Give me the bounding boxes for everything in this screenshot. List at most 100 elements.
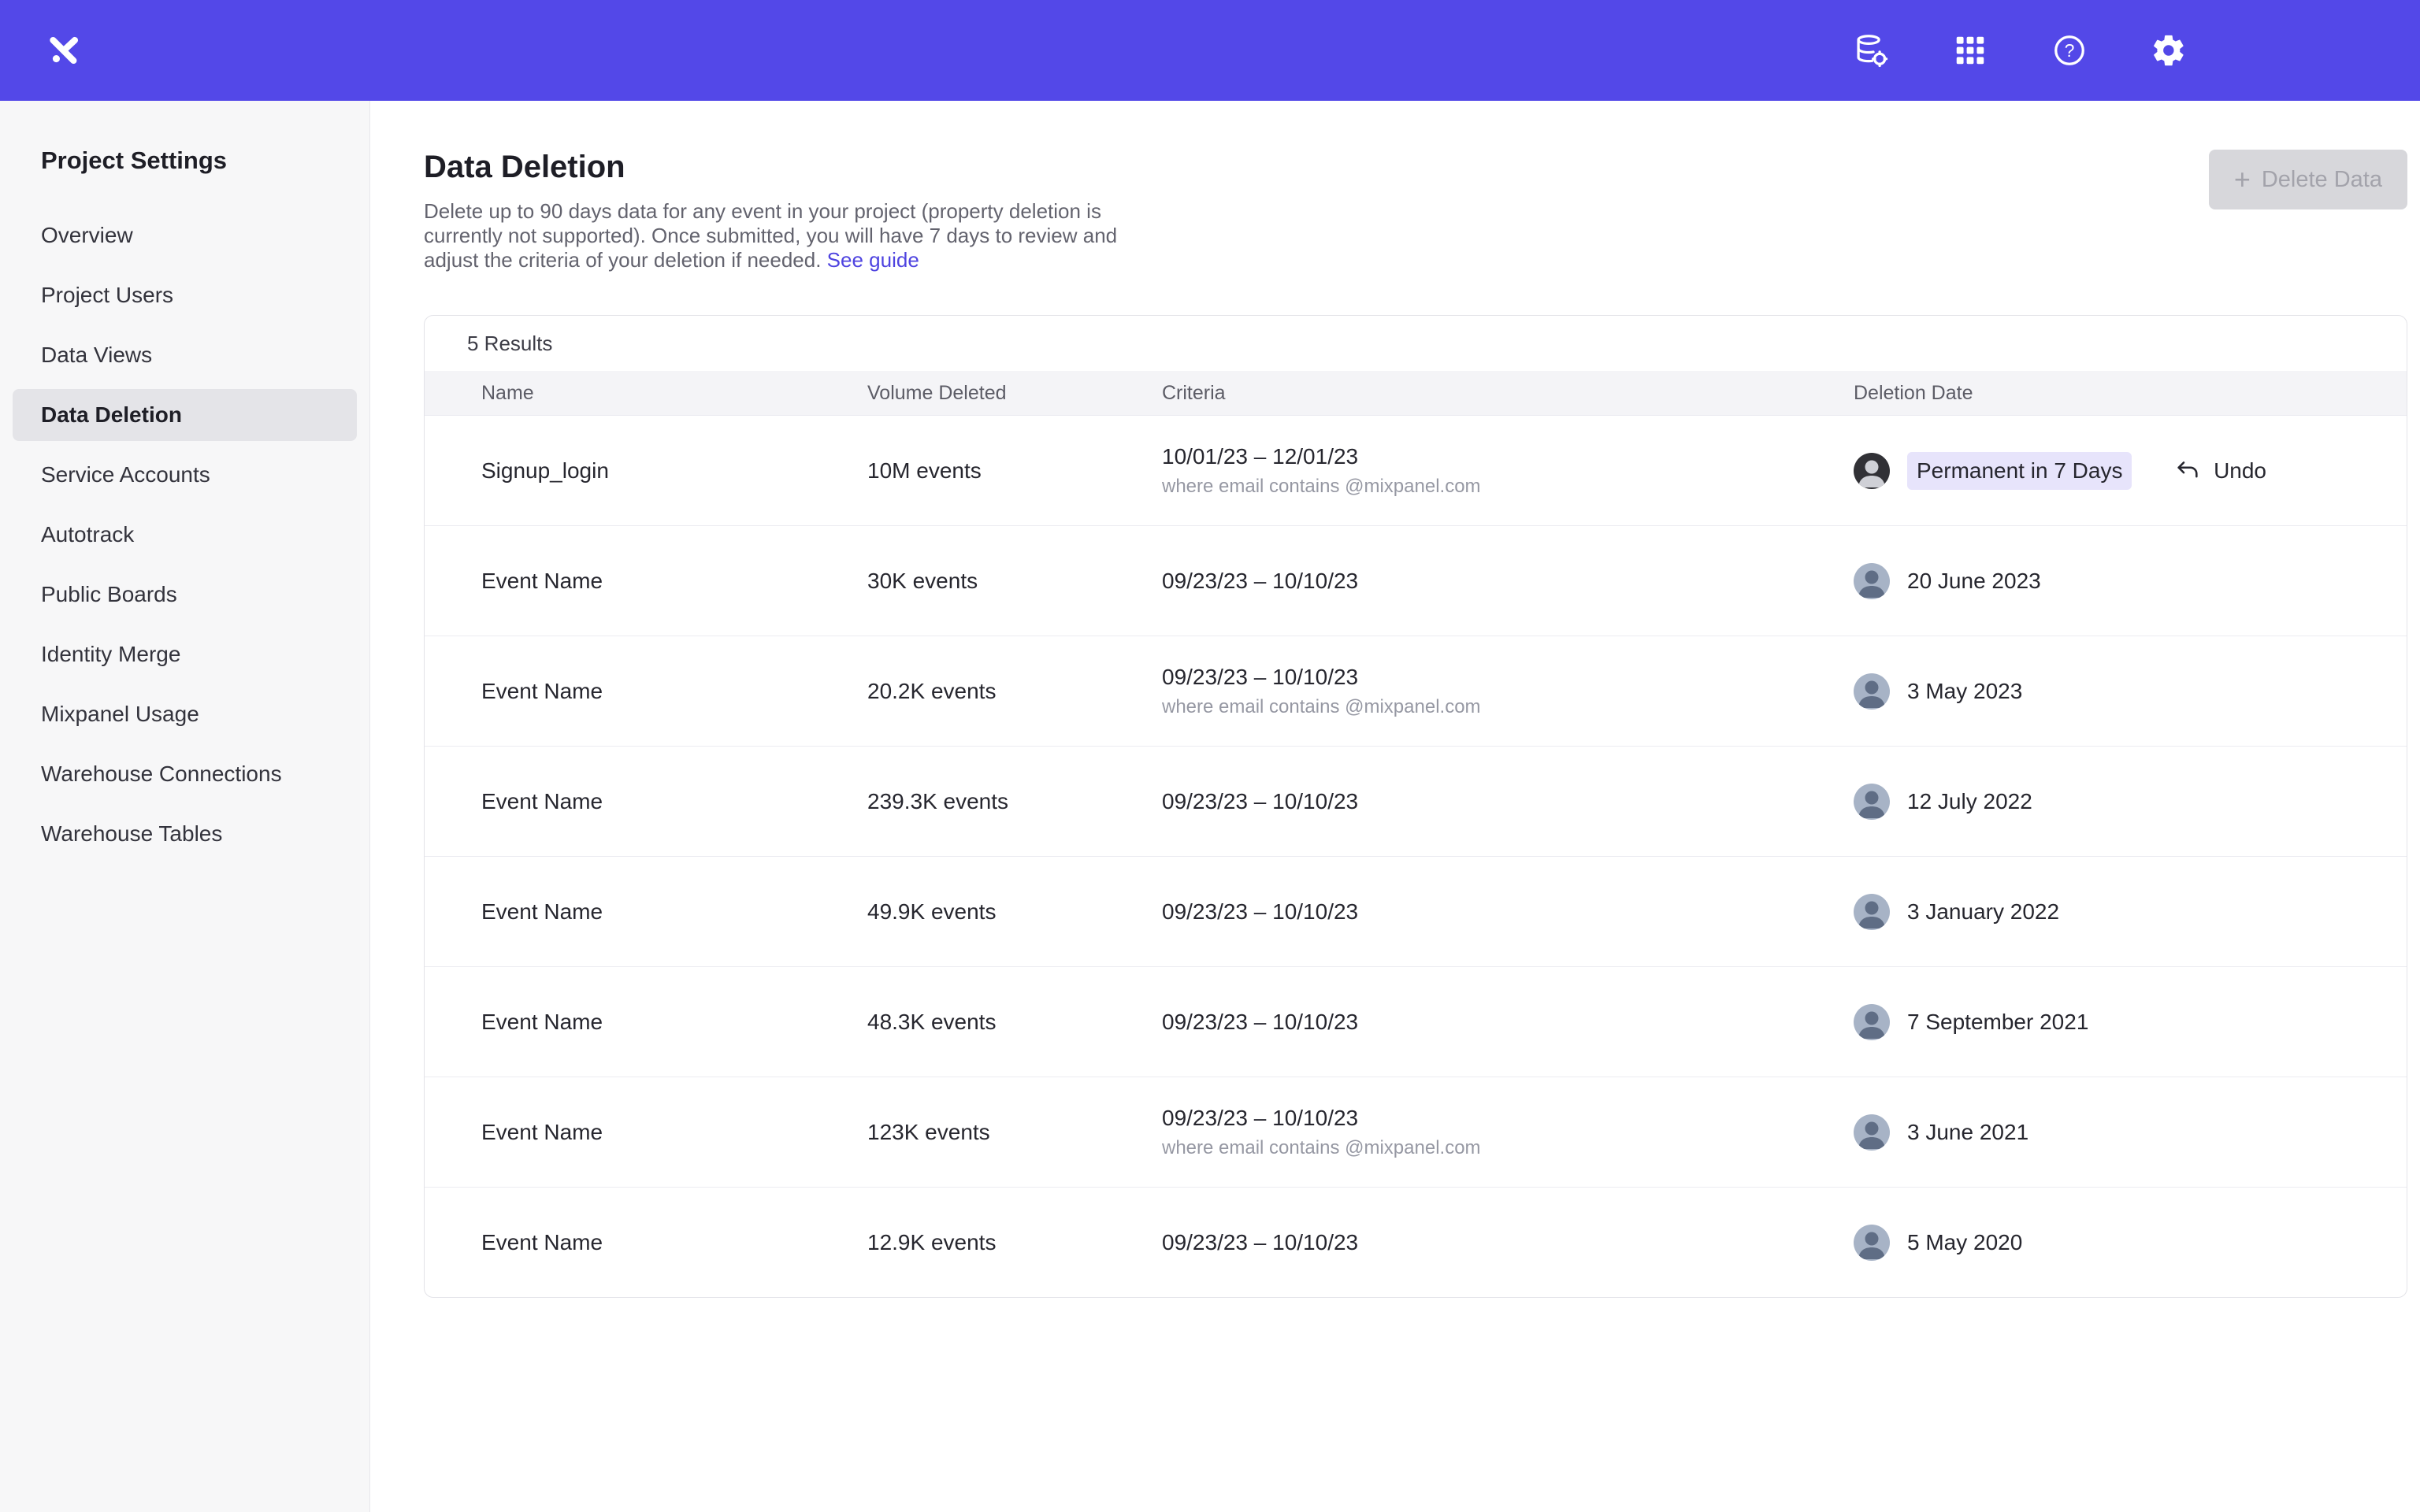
sidebar-item-autotrack[interactable]: Autotrack [13,509,357,561]
row-criteria-range: 09/23/23 – 10/10/23 [1162,1106,1854,1131]
sidebar-item-warehouse-tables[interactable]: Warehouse Tables [13,808,357,860]
table-row: Event Name 48.3K events 09/23/23 – 10/10… [425,966,2407,1077]
column-header-criteria: Criteria [1162,382,1854,405]
avatar [1854,1004,1890,1040]
row-name: Event Name [481,899,867,925]
row-criteria-range: 09/23/23 – 10/10/23 [1162,899,1854,925]
sidebar-item-public-boards[interactable]: Public Boards [13,569,357,621]
row-deletion-date: 3 January 2022 [1907,899,2059,925]
avatar [1854,563,1890,599]
row-criteria: 09/23/23 – 10/10/23 [1162,1230,1854,1255]
row-criteria-range: 09/23/23 – 10/10/23 [1162,1230,1854,1255]
page-description-text: Delete up to 90 days data for any event … [424,199,1117,272]
row-deletion-cell: 3 May 2023 [1854,673,2407,710]
row-criteria: 09/23/23 – 10/10/23 [1162,1010,1854,1035]
row-deletion-cell: 7 September 2021 [1854,1004,2407,1040]
row-criteria: 09/23/23 – 10/10/23 where email contains… [1162,665,1854,718]
sidebar-item-overview[interactable]: Overview [13,209,357,261]
row-deletion-cell: 12 July 2022 [1854,784,2407,820]
undo-icon [2174,458,2201,484]
avatar [1854,784,1890,820]
avatar [1854,1225,1890,1261]
row-criteria-range: 10/01/23 – 12/01/23 [1162,444,1854,469]
row-criteria: 10/01/23 – 12/01/23 where email contains… [1162,444,1854,498]
row-deletion-date: Permanent in 7 Days [1907,452,2132,490]
undo-label: Undo [2214,458,2266,484]
data-connections-icon[interactable] [1853,32,1889,69]
row-volume: 239.3K events [867,789,1162,814]
apps-grid-icon[interactable] [1952,32,1988,69]
sidebar-nav: Overview Project Users Data Views Data Dele… [0,209,369,860]
row-criteria-range: 09/23/23 – 10/10/23 [1162,1010,1854,1035]
mixpanel-logo[interactable] [44,30,85,71]
deletion-table-card: 5 Results Name Volume Deleted Criteria D… [424,315,2407,1298]
table-row: Signup_login 10M events 10/01/23 – 12/01… [425,415,2407,525]
sidebar-item-identity-merge[interactable]: Identity Merge [13,628,357,680]
row-name: Event Name [481,1010,867,1035]
row-volume: 10M events [867,458,1162,484]
table-column-headers: Name Volume Deleted Criteria Deletion Da… [425,371,2407,415]
row-name: Event Name [481,1230,867,1255]
row-criteria-range: 09/23/23 – 10/10/23 [1162,789,1854,814]
avatar [1854,894,1890,930]
row-name: Signup_login [481,458,867,484]
row-volume: 12.9K events [867,1230,1162,1255]
delete-data-button[interactable]: + Delete Data [2209,150,2407,209]
table-row: Event Name 49.9K events 09/23/23 – 10/10… [425,856,2407,966]
row-deletion-date: 5 May 2020 [1907,1230,2022,1255]
row-volume: 123K events [867,1120,1162,1145]
table-row: Event Name 12.9K events 09/23/23 – 10/10… [425,1187,2407,1297]
row-deletion-cell: 3 June 2021 [1854,1114,2407,1151]
topbar-icons: ? [1853,32,2187,69]
table-row: Event Name 30K events 09/23/23 – 10/10/2… [425,525,2407,636]
delete-data-button-label: Delete Data [2262,167,2382,193]
table-row: Event Name 123K events 09/23/23 – 10/10/… [425,1077,2407,1187]
see-guide-link[interactable]: See guide [827,248,919,272]
row-name: Event Name [481,789,867,814]
row-deletion-date: 7 September 2021 [1907,1010,2088,1035]
row-volume: 48.3K events [867,1010,1162,1035]
page-description: Delete up to 90 days data for any event … [424,199,1133,272]
sidebar-item-service-accounts[interactable]: Service Accounts [13,449,357,501]
row-deletion-cell: 20 June 2023 [1854,563,2407,599]
sidebar-item-data-views[interactable]: Data Views [13,329,357,381]
results-count: 5 Results [425,316,2407,371]
row-deletion-cell: Permanent in 7 Days Undo [1854,452,2407,490]
sidebar-item-mixpanel-usage[interactable]: Mixpanel Usage [13,688,357,740]
table-body: Signup_login 10M events 10/01/23 – 12/01… [425,415,2407,1297]
row-deletion-cell: 3 January 2022 [1854,894,2407,930]
page-title: Data Deletion [424,150,2407,185]
undo-button[interactable]: Undo [2174,458,2266,484]
row-criteria: 09/23/23 – 10/10/23 [1162,569,1854,594]
sidebar-item-warehouse-connections[interactable]: Warehouse Connections [13,748,357,800]
row-criteria: 09/23/23 – 10/10/23 [1162,789,1854,814]
avatar [1854,1114,1890,1151]
plus-icon: + [2234,165,2251,194]
row-criteria-filter: where email contains @mixpanel.com [1162,696,1854,718]
row-name: Event Name [481,1120,867,1145]
main-content: Data Deletion Delete up to 90 days data … [370,101,2420,1512]
table-row: Event Name 239.3K events 09/23/23 – 10/1… [425,746,2407,856]
row-criteria-range: 09/23/23 – 10/10/23 [1162,665,1854,690]
sidebar-item-project-users[interactable]: Project Users [13,269,357,321]
row-deletion-date: 20 June 2023 [1907,569,2041,594]
row-criteria: 09/23/23 – 10/10/23 [1162,899,1854,925]
help-icon[interactable]: ? [2051,32,2088,69]
table-row: Event Name 20.2K events 09/23/23 – 10/10… [425,636,2407,746]
row-name: Event Name [481,569,867,594]
row-deletion-cell: 5 May 2020 [1854,1225,2407,1261]
row-name: Event Name [481,679,867,704]
avatar [1854,673,1890,710]
row-criteria-filter: where email contains @mixpanel.com [1162,476,1854,498]
row-deletion-date: 3 May 2023 [1907,679,2022,704]
column-header-name: Name [481,382,867,405]
row-deletion-date: 3 June 2021 [1907,1120,2028,1145]
row-volume: 49.9K events [867,899,1162,925]
row-criteria: 09/23/23 – 10/10/23 where email contains… [1162,1106,1854,1159]
settings-icon[interactable] [2151,32,2187,69]
sidebar-item-data-deletion[interactable]: Data Deletion [13,389,357,441]
row-deletion-date: 12 July 2022 [1907,789,2032,814]
row-volume: 30K events [867,569,1162,594]
avatar [1854,453,1890,489]
column-header-volume: Volume Deleted [867,382,1162,405]
